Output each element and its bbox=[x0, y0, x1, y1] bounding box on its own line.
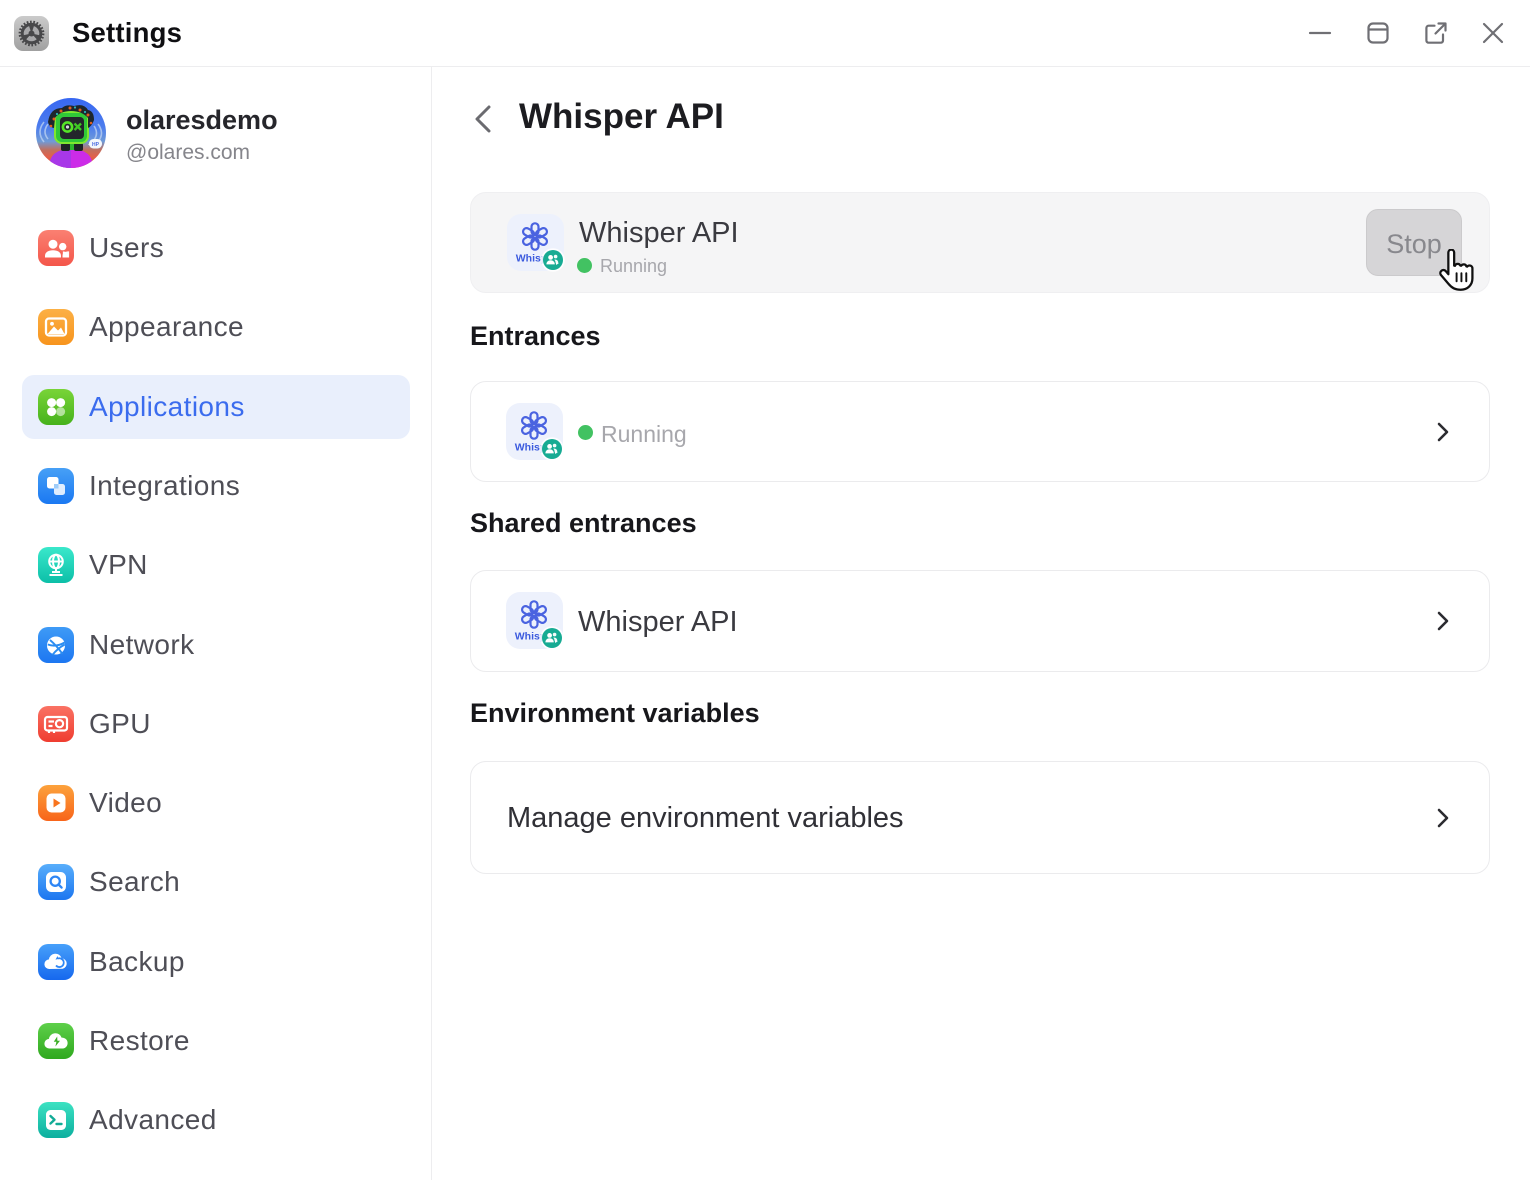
svg-text:HP: HP bbox=[92, 142, 100, 148]
